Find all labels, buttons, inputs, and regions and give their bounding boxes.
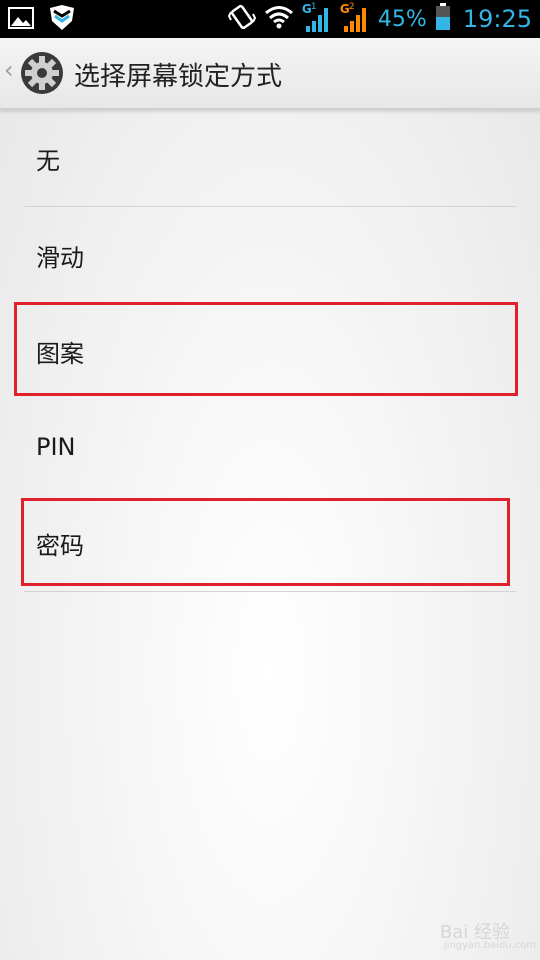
vibrate-icon [227, 3, 257, 35]
shield-icon [48, 5, 76, 35]
status-bar: G 1 G 2 45% 19:25 [0, 0, 540, 38]
signal-icon-sim2: G 2 [340, 2, 370, 34]
battery-icon [435, 3, 451, 35]
settings-gear-icon[interactable] [20, 51, 64, 95]
watermark: Bai 经验 jingyan.baidu.com [440, 918, 536, 951]
option-pin[interactable]: PIN [24, 399, 516, 495]
back-chevron-icon[interactable]: ‹ [4, 56, 14, 84]
watermark-sub: jingyan.baidu.com [443, 940, 537, 951]
highlight-box-password [21, 498, 510, 586]
divider [24, 591, 516, 592]
option-label: 无 [36, 146, 60, 175]
wifi-icon [264, 5, 294, 33]
battery-percent: 45% [377, 6, 427, 32]
option-none[interactable]: 无 [24, 110, 516, 206]
option-label: 滑动 [36, 243, 84, 272]
signal-icon-sim1: G 1 [302, 2, 332, 34]
highlight-box-pattern [14, 302, 518, 396]
option-label: PIN [36, 433, 76, 461]
action-bar: ‹ 选择屏幕锁定方式 [0, 38, 540, 110]
clock: 19:25 [462, 5, 532, 33]
gallery-icon [8, 6, 34, 34]
page-title: 选择屏幕锁定方式 [74, 62, 283, 92]
option-swipe[interactable]: 滑动 [24, 207, 516, 303]
